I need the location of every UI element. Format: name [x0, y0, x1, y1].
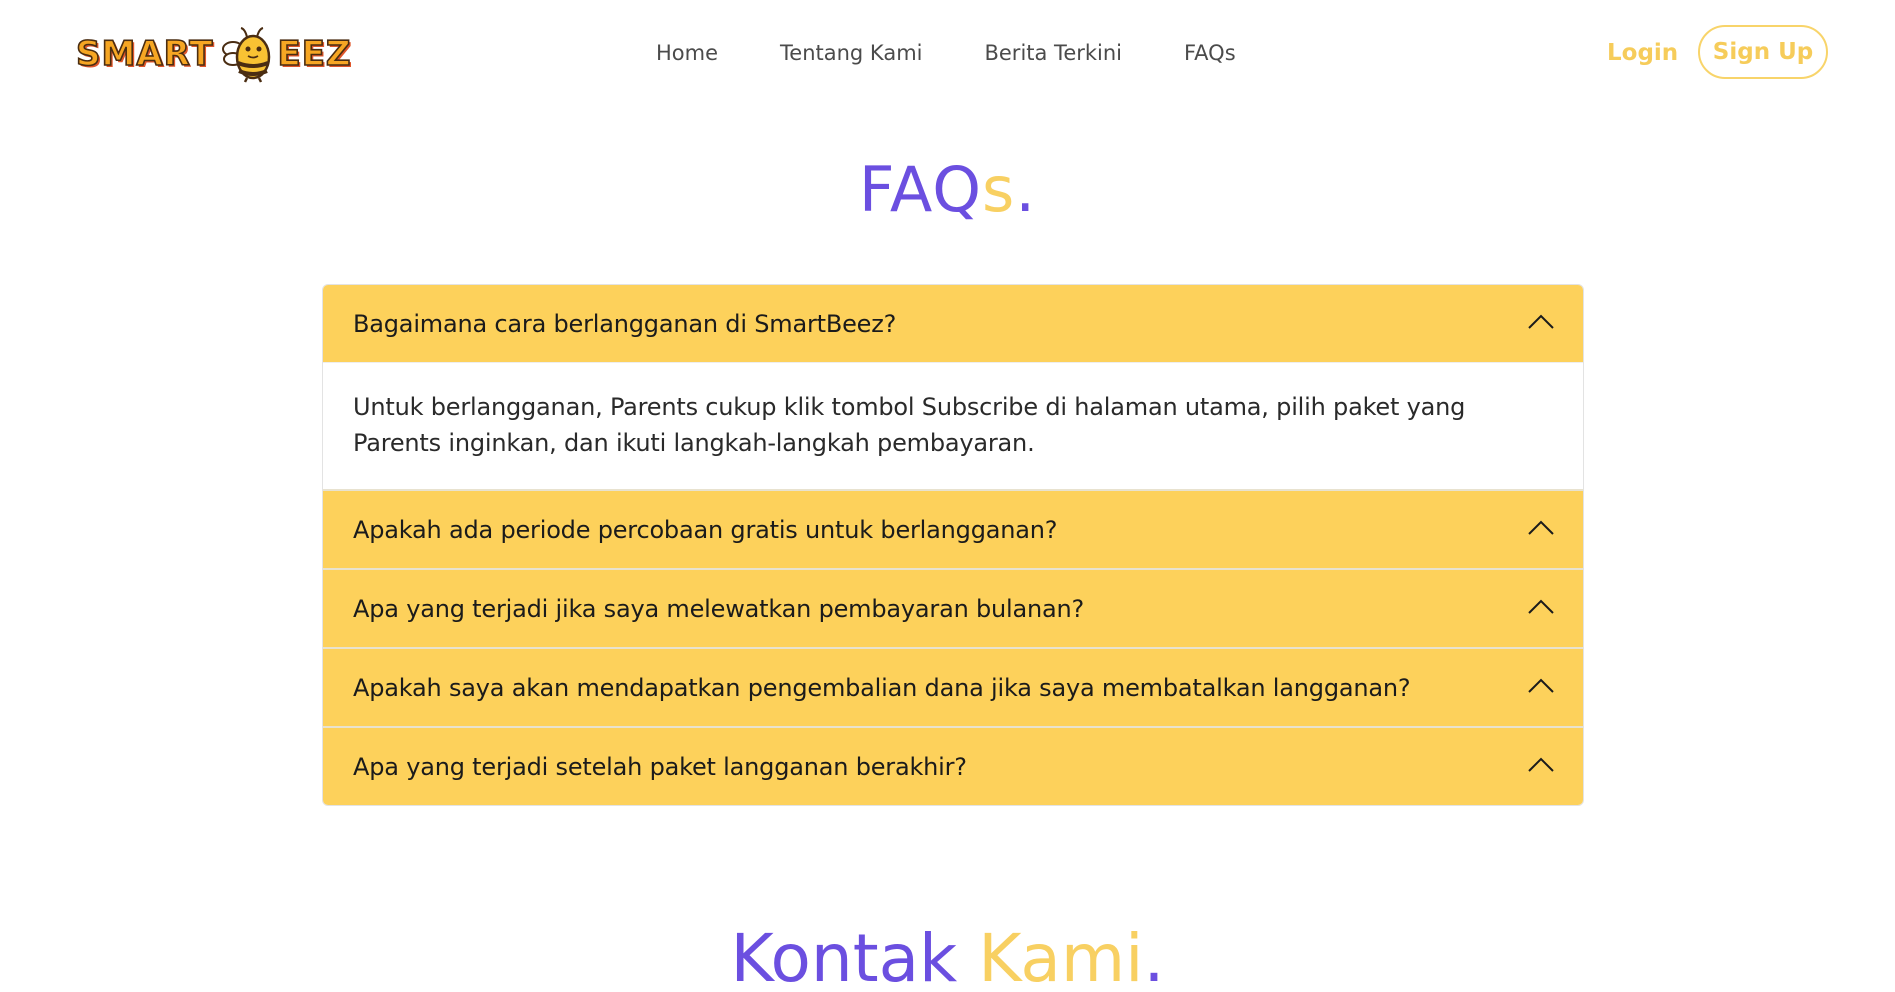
login-link[interactable]: Login: [1607, 37, 1678, 69]
nav-tentang-kami[interactable]: Tentang Kami: [780, 38, 922, 68]
faq-accordion: Bagaimana cara berlangganan di SmartBeez…: [322, 284, 1584, 806]
contact-section-title: Kontak Kami.: [0, 918, 1895, 992]
contact-title-accent: Kami: [978, 920, 1144, 992]
signup-button[interactable]: Sign Up: [1698, 25, 1828, 79]
contact-title-dot: .: [1143, 920, 1165, 992]
chevron-up-icon: [1528, 757, 1554, 772]
nav-faqs[interactable]: FAQs: [1184, 38, 1236, 68]
nav-berita-terkini[interactable]: Berita Terkini: [984, 38, 1122, 68]
logo-text-left: SMART: [75, 33, 214, 75]
chevron-up-icon: [1528, 599, 1554, 614]
faq-item: Apakah ada periode percobaan gratis untu…: [323, 491, 1583, 570]
chevron-up-icon: [1528, 678, 1554, 693]
smartbeez-logo[interactable]: SMART EEZ: [75, 24, 352, 84]
site-header: SMART EEZ Home Tentang Kami Berita Terki…: [0, 0, 1895, 108]
faq-question-header[interactable]: Bagaimana cara berlangganan di SmartBeez…: [323, 285, 1583, 362]
faq-item: Apa yang terjadi setelah paket langganan…: [323, 728, 1583, 805]
faq-question: Apakah ada periode percobaan gratis untu…: [353, 515, 1058, 544]
faq-answer: Untuk berlangganan, Parents cukup klik t…: [323, 362, 1583, 489]
faq-item: Bagaimana cara berlangganan di SmartBeez…: [323, 285, 1583, 491]
contact-title-main: Kontak: [730, 920, 958, 992]
faq-item: Apakah saya akan mendapatkan pengembalia…: [323, 649, 1583, 728]
bee-icon: [221, 25, 275, 83]
faq-title-dot: .: [1015, 153, 1037, 226]
faq-question: Apakah saya akan mendapatkan pengembalia…: [353, 673, 1411, 702]
page: SMART EEZ Home Tentang Kami Berita Terki…: [0, 0, 1895, 992]
faq-question-header[interactable]: Apakah ada periode percobaan gratis untu…: [323, 491, 1583, 568]
nav-home[interactable]: Home: [656, 38, 718, 68]
faq-question-header[interactable]: Apa yang terjadi setelah paket langganan…: [323, 728, 1583, 805]
faq-question: Apa yang terjadi setelah paket langganan…: [353, 752, 967, 781]
faq-question: Bagaimana cara berlangganan di SmartBeez…: [353, 309, 897, 338]
faq-title-accent: s: [982, 153, 1016, 226]
chevron-up-icon: [1528, 314, 1554, 329]
main-nav: Home Tentang Kami Berita Terkini FAQs: [656, 38, 1298, 68]
faq-question-header[interactable]: Apakah saya akan mendapatkan pengembalia…: [323, 649, 1583, 726]
faq-title-main: FAQ: [858, 153, 983, 226]
faq-question: Apa yang terjadi jika saya melewatkan pe…: [353, 594, 1085, 623]
faq-item: Apa yang terjadi jika saya melewatkan pe…: [323, 570, 1583, 649]
faq-section-title: FAQs.: [0, 150, 1895, 230]
chevron-up-icon: [1528, 520, 1554, 535]
logo-text-right: EEZ: [277, 33, 352, 75]
faq-question-header[interactable]: Apa yang terjadi jika saya melewatkan pe…: [323, 570, 1583, 647]
